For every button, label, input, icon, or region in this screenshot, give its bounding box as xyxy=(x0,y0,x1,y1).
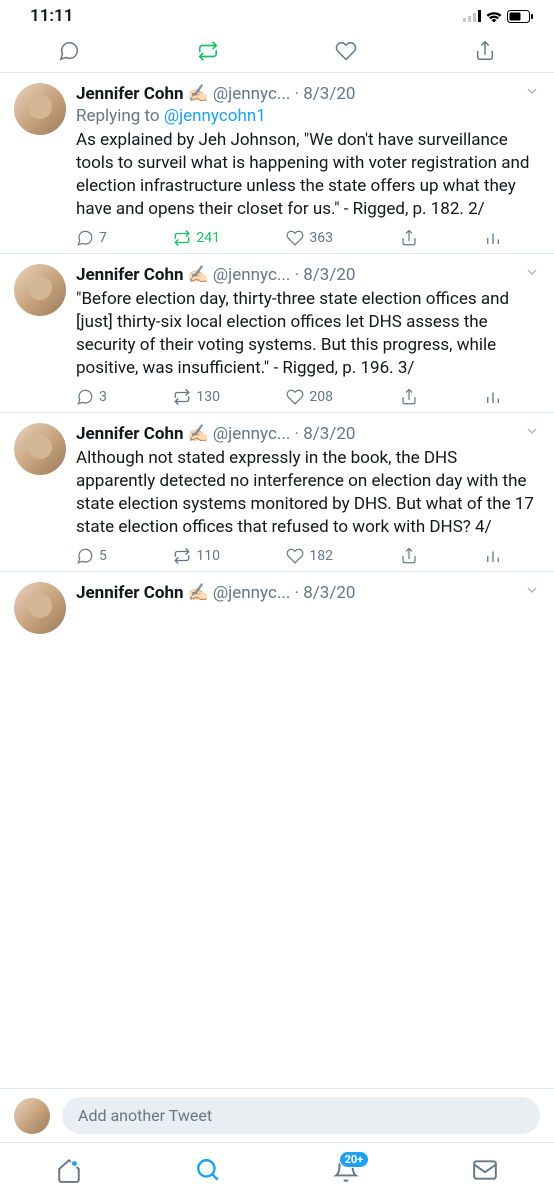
avatar[interactable] xyxy=(14,1098,50,1134)
like-action[interactable]: 363 xyxy=(286,229,333,247)
share-icon[interactable] xyxy=(474,40,496,62)
handle-date: @jennyc... · 8/3/20 xyxy=(213,83,520,105)
replying-to: Replying to @jennycohn1 xyxy=(76,105,540,127)
tweet[interactable]: Jennifer Cohn ✍🏻 @jennyc... · 8/3/20 "Be… xyxy=(0,254,554,413)
reply-count: 7 xyxy=(99,230,107,246)
chevron-down-icon[interactable] xyxy=(524,83,540,105)
nav-messages-icon[interactable] xyxy=(472,1157,498,1187)
like-count: 363 xyxy=(309,230,333,246)
handle-date: @jennyc... · 8/3/20 xyxy=(213,582,520,604)
tweet-text: As explained by Jeh Johnson, "We don't h… xyxy=(76,129,540,221)
notification-badge: 20+ xyxy=(339,1151,370,1168)
reply-action[interactable]: 5 xyxy=(76,547,107,565)
avatar[interactable] xyxy=(14,423,66,475)
display-name: Jennifer Cohn ✍🏻 xyxy=(76,83,209,105)
tweet-feed: Jennifer Cohn ✍🏻 @jennyc... · 8/3/20 Rep… xyxy=(0,73,554,640)
analytics-action[interactable] xyxy=(484,388,502,406)
retweet-count: 241 xyxy=(196,230,220,246)
avatar[interactable] xyxy=(14,264,66,316)
like-count: 182 xyxy=(309,548,333,564)
status-icons xyxy=(463,10,534,23)
retweet-icon[interactable] xyxy=(197,40,219,62)
nav-search-icon[interactable] xyxy=(195,1157,221,1187)
tweet[interactable]: Jennifer Cohn ✍🏻 @jennyc... · 8/3/20 Rep… xyxy=(0,73,554,254)
wifi-icon xyxy=(485,10,503,23)
nav-notifications-icon[interactable]: 20+ xyxy=(333,1157,359,1187)
mention-link[interactable]: @jennycohn1 xyxy=(164,106,266,126)
reply-count: 3 xyxy=(99,389,107,405)
cellular-signal-icon xyxy=(463,10,481,22)
retweet-action[interactable]: 130 xyxy=(173,388,220,406)
display-name: Jennifer Cohn ✍🏻 xyxy=(76,264,209,286)
handle-date: @jennyc... · 8/3/20 xyxy=(213,264,520,286)
chevron-down-icon[interactable] xyxy=(524,264,540,286)
tweet[interactable]: Jennifer Cohn ✍🏻 @jennyc... · 8/3/20 xyxy=(0,572,554,640)
reply-icon[interactable] xyxy=(58,40,80,62)
analytics-action[interactable] xyxy=(484,547,502,565)
reply-action[interactable]: 7 xyxy=(76,229,107,247)
chevron-down-icon[interactable] xyxy=(524,582,540,604)
analytics-action[interactable] xyxy=(484,229,502,247)
reply-count: 5 xyxy=(99,548,107,564)
like-icon[interactable] xyxy=(335,40,357,62)
compose-input[interactable]: Add another Tweet xyxy=(62,1097,540,1134)
like-action[interactable]: 208 xyxy=(286,388,333,406)
nav-home-icon[interactable] xyxy=(56,1157,82,1187)
tweet-text: Although not stated expressly in the boo… xyxy=(76,447,540,539)
avatar[interactable] xyxy=(14,582,66,634)
tweet-action-bar xyxy=(0,28,554,73)
display-name: Jennifer Cohn ✍🏻 xyxy=(76,423,209,445)
share-action[interactable] xyxy=(400,229,418,247)
compose-bar: Add another Tweet xyxy=(0,1088,554,1142)
avatar[interactable] xyxy=(14,83,66,135)
handle-date: @jennyc... · 8/3/20 xyxy=(213,423,520,445)
tweet[interactable]: Jennifer Cohn ✍🏻 @jennyc... · 8/3/20 Alt… xyxy=(0,413,554,572)
reply-action[interactable]: 3 xyxy=(76,388,107,406)
like-action[interactable]: 182 xyxy=(286,547,333,565)
display-name: Jennifer Cohn ✍🏻 xyxy=(76,582,209,604)
status-bar: 11:11 xyxy=(0,0,554,28)
retweet-action[interactable]: 110 xyxy=(173,547,220,565)
bottom-nav: 20+ xyxy=(0,1142,554,1200)
battery-icon xyxy=(507,10,534,23)
retweet-count: 110 xyxy=(196,548,220,564)
chevron-down-icon[interactable] xyxy=(524,423,540,445)
share-action[interactable] xyxy=(400,547,418,565)
status-time: 11:11 xyxy=(30,6,73,26)
retweet-count: 130 xyxy=(196,389,220,405)
retweet-action[interactable]: 241 xyxy=(173,229,220,247)
tweet-text: "Before election day, thirty-three state… xyxy=(76,288,540,380)
like-count: 208 xyxy=(309,389,333,405)
share-action[interactable] xyxy=(400,388,418,406)
